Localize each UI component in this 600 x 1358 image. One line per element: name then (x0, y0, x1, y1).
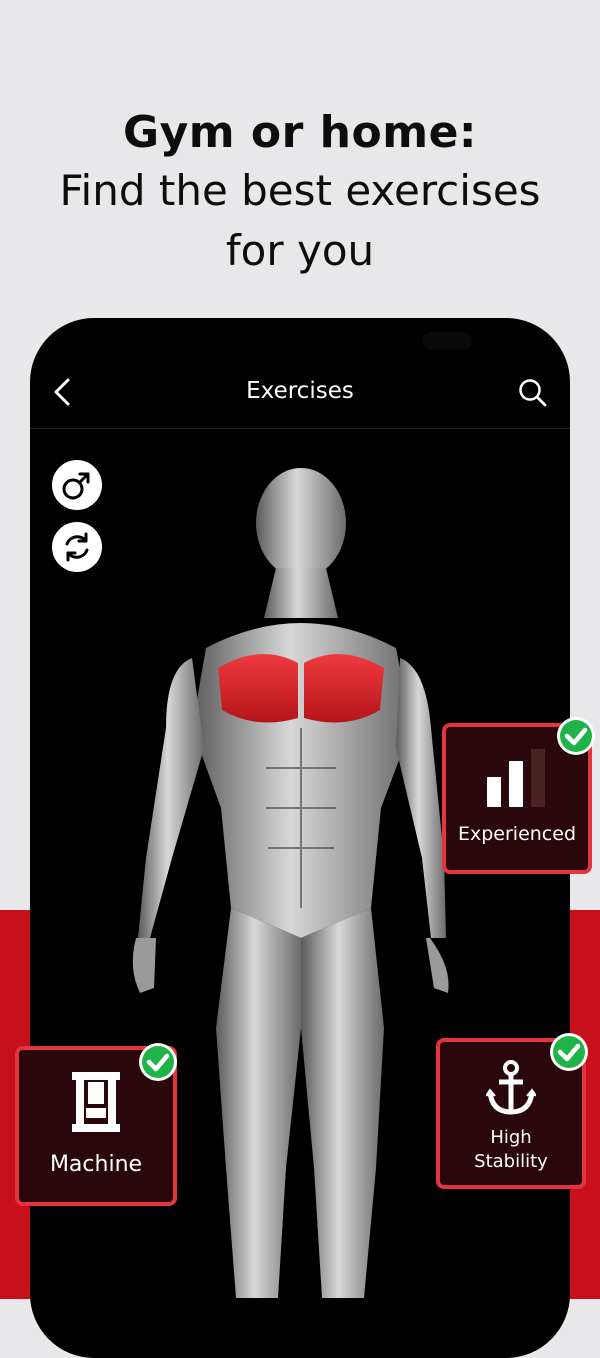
search-icon (519, 379, 547, 407)
headline-line-3: for you (225, 226, 375, 275)
headline: Gym or home: Find the best exercises for… (0, 105, 600, 281)
top-bar: Exercises (30, 358, 570, 429)
stability-line-2: Stability (474, 1151, 548, 1172)
male-symbol-icon (62, 472, 90, 500)
anchor-icon (486, 1060, 536, 1115)
search-button[interactable] (516, 376, 550, 410)
rotate-icon (65, 532, 89, 562)
headline-line-2: Find the best exercises (59, 166, 541, 215)
machine-icon (72, 1072, 120, 1132)
rotate-view-button[interactable] (52, 522, 102, 572)
bar-level-icon (487, 749, 545, 807)
screen-title: Exercises (246, 378, 354, 404)
gender-toggle-button[interactable] (52, 460, 102, 510)
camera-notch (422, 332, 472, 350)
checkmark-icon (139, 1043, 177, 1081)
headline-line-1: Gym or home: (122, 107, 478, 158)
stability-line-1: High (490, 1127, 532, 1148)
high-stability-label: High Stability (440, 1126, 582, 1174)
experienced-label: Experienced (457, 823, 577, 845)
checkmark-icon (557, 717, 595, 755)
checkmark-icon (550, 1033, 588, 1071)
machine-label: Machine (49, 1152, 143, 1177)
